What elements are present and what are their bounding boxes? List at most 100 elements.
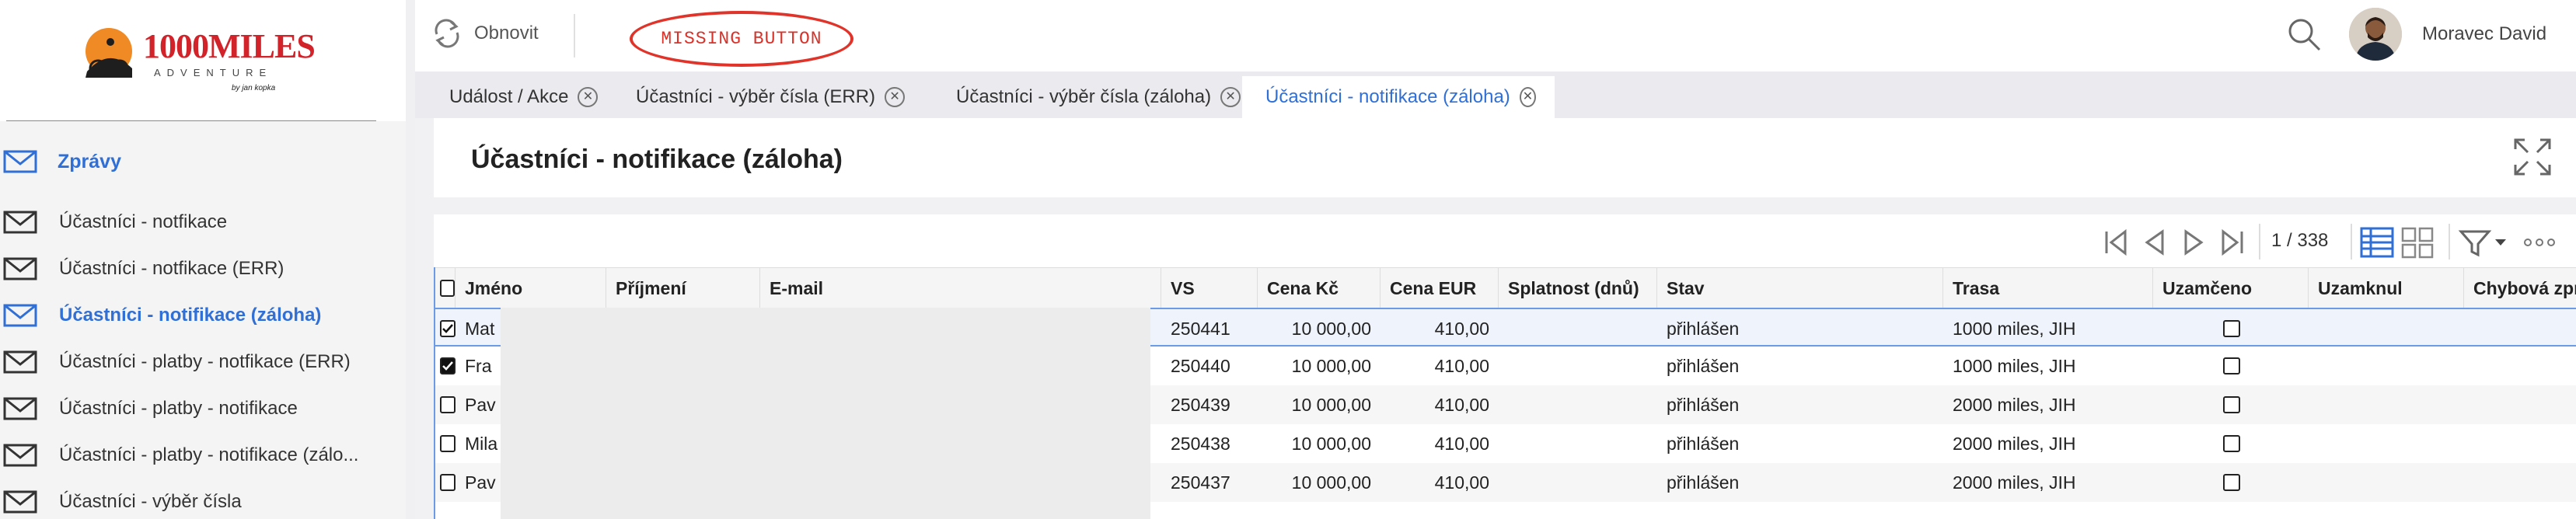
- close-icon[interactable]: ✕: [885, 87, 906, 107]
- user-name[interactable]: Moravec David: [2422, 23, 2546, 45]
- page-header: Účastníci - notifikace (záloha): [434, 118, 2576, 197]
- cell-stav: přihlášen: [1667, 394, 1740, 415]
- select-all-cell[interactable]: [434, 268, 456, 308]
- cell-cena-kc: 10 000,00: [1291, 355, 1371, 376]
- column-header-vs[interactable]: VS: [1161, 268, 1258, 308]
- close-icon[interactable]: ✕: [1220, 87, 1241, 107]
- row-checkbox[interactable]: [440, 357, 456, 374]
- next-page-icon[interactable]: [2180, 228, 2208, 256]
- row-select-cell: [434, 424, 456, 463]
- cell-vs: 250439: [1171, 394, 1230, 415]
- cell-trasa: 2000 miles, JIH: [1953, 394, 2076, 415]
- sidebar-item-platby-notifikace[interactable]: Účastníci - platby - notifikace: [0, 385, 406, 432]
- row-checkbox[interactable]: [440, 435, 456, 452]
- cell-stav: přihlášen: [1667, 318, 1740, 339]
- row-checkbox[interactable]: [440, 320, 456, 337]
- tab-vyber-cisla-err[interactable]: Účastníci - výběr čísla (ERR) ✕: [602, 76, 923, 118]
- tab-label: Účastníci - výběr čísla (ERR): [636, 86, 876, 107]
- cell-uzamceno: [2214, 347, 2260, 385]
- search-icon[interactable]: [2285, 16, 2323, 53]
- row-checkbox[interactable]: [440, 474, 456, 491]
- data-grid: 1 / 338 Jméno Příjmení E-mail VS Cena Kč…: [434, 214, 2576, 519]
- cell-cena-kc: 10 000,00: [1291, 318, 1371, 339]
- uzamceno-checkbox[interactable]: [2223, 396, 2240, 413]
- sidebar-item-label: Účastníci - notfikace (ERR): [59, 258, 284, 279]
- last-page-icon[interactable]: [2218, 228, 2246, 256]
- app-logo[interactable]: 1000MILES ADVENTURE by jan kopka: [78, 20, 316, 92]
- checkmark-icon: [442, 324, 453, 333]
- uzamceno-checkbox[interactable]: [2223, 357, 2240, 374]
- grid-view-icon[interactable]: [2400, 225, 2435, 260]
- column-header-cena-kc[interactable]: Cena Kč: [1258, 268, 1380, 308]
- cell-stav: přihlášen: [1667, 472, 1740, 493]
- cell-trasa: 2000 miles, JIH: [1953, 472, 2076, 493]
- envelope-icon: [3, 397, 37, 420]
- sidebar-item-platby-notifikace-zaloha[interactable]: Účastníci - platby - notifikace (zálo...: [0, 432, 406, 479]
- select-all-checkbox[interactable]: [440, 280, 455, 297]
- toolbar-separator: [2449, 224, 2450, 260]
- first-page-icon[interactable]: [2102, 228, 2130, 256]
- more-icon[interactable]: [2522, 225, 2557, 260]
- logo-subtext: ADVENTURE: [154, 67, 273, 78]
- sidebar-item-vyber-cisla[interactable]: Účastníci - výběr čísla: [0, 479, 406, 519]
- expand-icon[interactable]: [2512, 137, 2553, 177]
- close-icon[interactable]: ✕: [578, 87, 599, 107]
- logo-cyclist-icon: [86, 28, 132, 78]
- cell-trasa: 1000 miles, JIH: [1953, 318, 2076, 339]
- row-checkbox[interactable]: [440, 396, 456, 413]
- tab-udalost-akce[interactable]: Událost / Akce ✕: [415, 76, 616, 118]
- cell-uzamceno: [2214, 463, 2260, 502]
- uzamceno-checkbox[interactable]: [2223, 320, 2240, 337]
- sidebar-scroll-edge: [406, 0, 415, 519]
- top-bar: Obnovit MISSING BUTTON Moravec David: [415, 0, 2576, 71]
- cell-jmeno: Pav: [465, 394, 496, 415]
- column-header-chybova-zprava[interactable]: Chybová zpráva: [2464, 268, 2576, 308]
- refresh-button[interactable]: Obnovit: [431, 17, 539, 50]
- avatar[interactable]: [2349, 8, 2402, 61]
- uzamceno-checkbox[interactable]: [2223, 474, 2240, 491]
- chevron-down-icon[interactable]: [2492, 225, 2509, 260]
- column-header-cena-eur[interactable]: Cena EUR: [1380, 268, 1499, 308]
- column-header-uzamceno[interactable]: Uzamčeno: [2153, 268, 2309, 308]
- sidebar-item-notfikace[interactable]: Účastníci - notfikace: [0, 199, 406, 246]
- envelope-icon: [3, 257, 37, 280]
- logo-text: 1000MILES: [143, 27, 316, 65]
- toolbar-separator: [2351, 224, 2352, 260]
- column-header-prijmeni[interactable]: Příjmení: [606, 268, 760, 308]
- refresh-label: Obnovit: [474, 23, 539, 44]
- tab-bar: Událost / Akce ✕ Účastníci - výběr čísla…: [415, 71, 2576, 118]
- tab-notifikace-zaloha[interactable]: Účastníci - notifikace (záloha) ✕: [1242, 76, 1555, 118]
- previous-page-icon[interactable]: [2141, 228, 2169, 256]
- column-header-stav[interactable]: Stav: [1657, 268, 1943, 308]
- sidebar-item-notifikace-zaloha[interactable]: Účastníci - notifikace (záloha): [0, 292, 406, 339]
- tab-label: Událost / Akce: [449, 86, 569, 107]
- list-view-icon[interactable]: [2360, 225, 2394, 260]
- column-header-jmeno[interactable]: Jméno: [456, 268, 606, 308]
- column-header-trasa[interactable]: Trasa: [1943, 268, 2153, 308]
- sidebar-section-zpravy[interactable]: Zprávy: [0, 138, 406, 185]
- column-header-email[interactable]: E-mail: [760, 268, 1161, 308]
- sidebar-item-platby-notfikace-err[interactable]: Účastníci - platby - notfikace (ERR): [0, 339, 406, 385]
- envelope-icon: [3, 490, 37, 514]
- grid-toolbar: 1 / 338: [434, 214, 2576, 267]
- page-title: Účastníci - notifikace (záloha): [471, 145, 843, 174]
- tab-vyber-cisla-zaloha[interactable]: Účastníci - výběr čísla (záloha) ✕: [922, 76, 1259, 118]
- cell-cena-eur: 410,00: [1434, 394, 1489, 415]
- row-select-cell: [434, 347, 456, 385]
- row-select-cell: [434, 463, 456, 502]
- filter-icon[interactable]: [2458, 225, 2492, 260]
- redacted-personal-data: [501, 308, 1150, 519]
- column-header-splatnost[interactable]: Splatnost (dnů): [1499, 268, 1657, 308]
- close-icon[interactable]: ✕: [1519, 87, 1536, 107]
- column-header-uzamknul[interactable]: Uzamknul: [2309, 268, 2464, 308]
- refresh-icon: [435, 19, 459, 48]
- cell-uzamceno: [2214, 424, 2260, 463]
- cell-jmeno: Fra: [465, 355, 492, 376]
- sidebar-item-notfikace-err[interactable]: Účastníci - notfikace (ERR): [0, 246, 406, 292]
- cell-vs: 250441: [1171, 318, 1230, 339]
- tab-label: Účastníci - notifikace (záloha): [1265, 86, 1510, 107]
- uzamceno-checkbox[interactable]: [2223, 435, 2240, 452]
- cell-jmeno: Mila: [465, 433, 498, 454]
- toolbar-separator: [574, 14, 575, 57]
- table-header: Jméno Příjmení E-mail VS Cena Kč Cena EU…: [434, 267, 2576, 308]
